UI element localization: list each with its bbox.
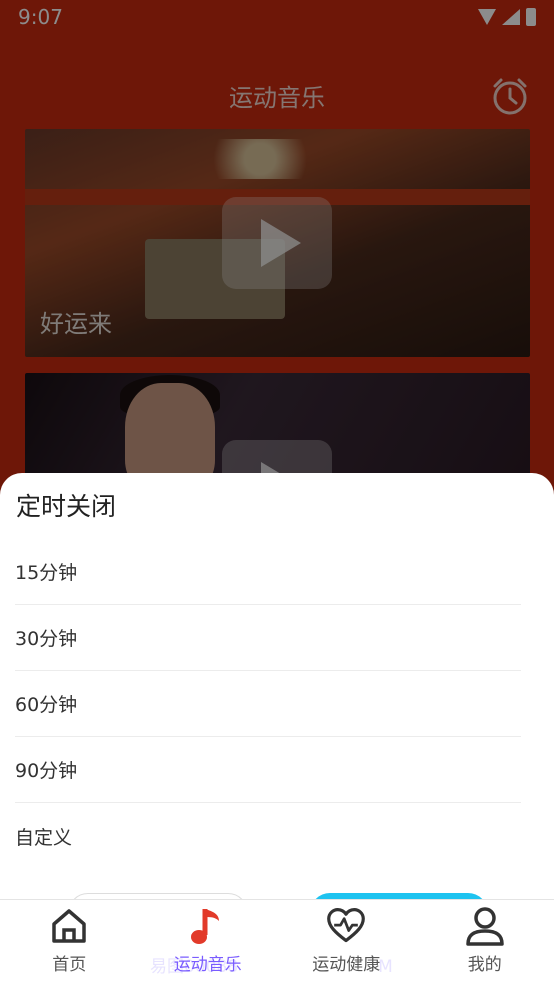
music-note-icon [188,906,228,946]
heart-pulse-icon [326,906,366,946]
user-icon [465,906,505,946]
nav-item-profile[interactable]: 我的 [416,900,554,984]
timer-option-30[interactable]: 30分钟 [15,605,521,671]
nav-label: 首页 [52,955,87,975]
nav-item-home[interactable]: 首页 [0,900,139,984]
timer-option-90[interactable]: 90分钟 [15,737,521,803]
home-icon [49,906,89,946]
timer-option-15[interactable]: 15分钟 [15,539,521,605]
nav-label: 我的 [467,955,502,975]
sheet-title: 定时关闭 [16,492,117,521]
timer-options-list: 15分钟 30分钟 60分钟 90分钟 自定义 [15,539,521,869]
timer-option-custom[interactable]: 自定义 [15,803,521,869]
timer-option-60[interactable]: 60分钟 [15,671,521,737]
watermark: 易图00088 M [150,957,393,977]
